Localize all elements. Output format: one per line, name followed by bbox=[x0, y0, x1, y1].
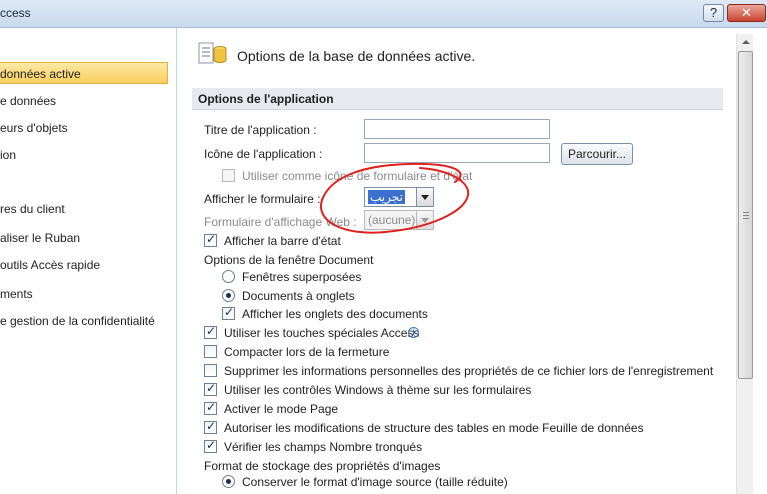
page-title: Options de la base de données active. bbox=[237, 48, 476, 64]
chevron-down-icon[interactable] bbox=[416, 188, 433, 206]
browse-button[interactable]: Parcourir... bbox=[561, 143, 633, 165]
picture-format-label: Format de stockage des propriétés d'imag… bbox=[204, 459, 441, 473]
options-panel: Options de la base de données active. Op… bbox=[178, 28, 767, 494]
themed-controls-label: Utiliser les contrôles Windows à thème s… bbox=[224, 383, 532, 397]
sidebar-item-datasheet[interactable]: e données bbox=[0, 90, 168, 112]
display-form-label: Afficher le formulaire : bbox=[204, 192, 321, 206]
document-tabs-label: Afficher les onglets des documents bbox=[242, 307, 428, 321]
design-changes-label: Autoriser les modifications de structure… bbox=[224, 421, 644, 435]
web-display-form-value: (aucune) bbox=[368, 213, 416, 227]
app-icon-label: Icône de l'application : bbox=[204, 147, 323, 161]
scroll-up-arrow-icon[interactable] bbox=[737, 34, 754, 50]
truncated-fields-checkbox[interactable] bbox=[204, 438, 217, 453]
info-icon[interactable]: i bbox=[408, 327, 419, 338]
access-keys-label: Utiliser les touches spéciales Access bbox=[224, 326, 420, 340]
app-icon-input[interactable] bbox=[364, 143, 550, 163]
overlapping-windows-radio[interactable] bbox=[222, 270, 235, 283]
section-header-application-options: Options de l'application bbox=[192, 88, 723, 110]
web-display-form-select[interactable]: (aucune) bbox=[364, 210, 434, 230]
sidebar-item-current-database[interactable]: données active bbox=[0, 62, 168, 84]
tabbed-documents-label: Documents à onglets bbox=[242, 289, 355, 303]
close-button[interactable]: ✕ bbox=[727, 4, 766, 22]
window-title: ccess bbox=[0, 6, 31, 20]
access-keys-checkbox[interactable] bbox=[204, 324, 217, 339]
status-bar-label: Afficher la barre d'état bbox=[224, 234, 341, 248]
sidebar-item-add-ins[interactable]: ments bbox=[0, 283, 168, 305]
status-bar-checkbox[interactable] bbox=[204, 232, 217, 247]
themed-controls-checkbox[interactable] bbox=[204, 381, 217, 396]
overlapping-windows-label: Fenêtres superposées bbox=[242, 270, 362, 284]
compact-on-close-label: Compacter lors de la fermeture bbox=[224, 345, 390, 359]
chevron-down-icon[interactable] bbox=[416, 211, 433, 229]
remove-personal-info-label: Supprimer les informations personnelles … bbox=[224, 364, 714, 378]
scroll-thumb[interactable] bbox=[738, 51, 753, 379]
layout-view-checkbox[interactable] bbox=[204, 400, 217, 415]
display-form-value: تجريب bbox=[368, 190, 405, 204]
help-button[interactable]: ? bbox=[703, 4, 724, 22]
compact-on-close-checkbox[interactable] bbox=[204, 345, 217, 358]
sidebar-item-quick-access-toolbar[interactable]: outils Accès rapide bbox=[0, 254, 168, 276]
truncated-fields-label: Vérifier les champs Nombre tronqués bbox=[224, 440, 423, 454]
title-bar: ccess ? ✕ bbox=[0, 0, 767, 28]
app-title-input[interactable] bbox=[364, 119, 550, 139]
sidebar-item-client-settings[interactable]: res du client bbox=[0, 198, 168, 220]
doc-window-options-label: Options de la fenêtre Document bbox=[204, 253, 374, 267]
preserve-format-label: Conserver le format d'image source (tail… bbox=[242, 475, 508, 489]
database-options-icon bbox=[198, 42, 227, 64]
app-title-label: Titre de l'application : bbox=[204, 123, 317, 137]
sidebar-item-trust-center[interactable]: e gestion de la confidentialité bbox=[0, 310, 168, 332]
grip-icon bbox=[743, 212, 749, 219]
design-changes-checkbox[interactable] bbox=[204, 419, 217, 434]
sidebar-item-object-designers[interactable]: eurs d'objets bbox=[0, 117, 168, 139]
preserve-format-radio[interactable] bbox=[222, 475, 235, 488]
document-tabs-checkbox[interactable] bbox=[222, 305, 235, 320]
vertical-scrollbar[interactable] bbox=[736, 34, 753, 494]
sidebar-item-proofing[interactable]: ion bbox=[0, 144, 168, 166]
web-display-form-label: Formulaire d'affichage Web : bbox=[204, 215, 357, 229]
sidebar: données active e données eurs d'objets i… bbox=[0, 28, 177, 494]
use-as-form-icon-label: Utiliser comme icône de formulaire et d'… bbox=[242, 169, 473, 183]
display-form-select[interactable]: تجريب bbox=[364, 187, 434, 207]
layout-view-label: Activer le mode Page bbox=[224, 402, 339, 416]
remove-personal-info-checkbox[interactable] bbox=[204, 364, 217, 377]
use-as-form-icon-checkbox[interactable] bbox=[222, 169, 235, 182]
tabbed-documents-radio[interactable] bbox=[222, 289, 235, 302]
sidebar-item-customize-ribbon[interactable]: aliser le Ruban bbox=[0, 227, 168, 249]
